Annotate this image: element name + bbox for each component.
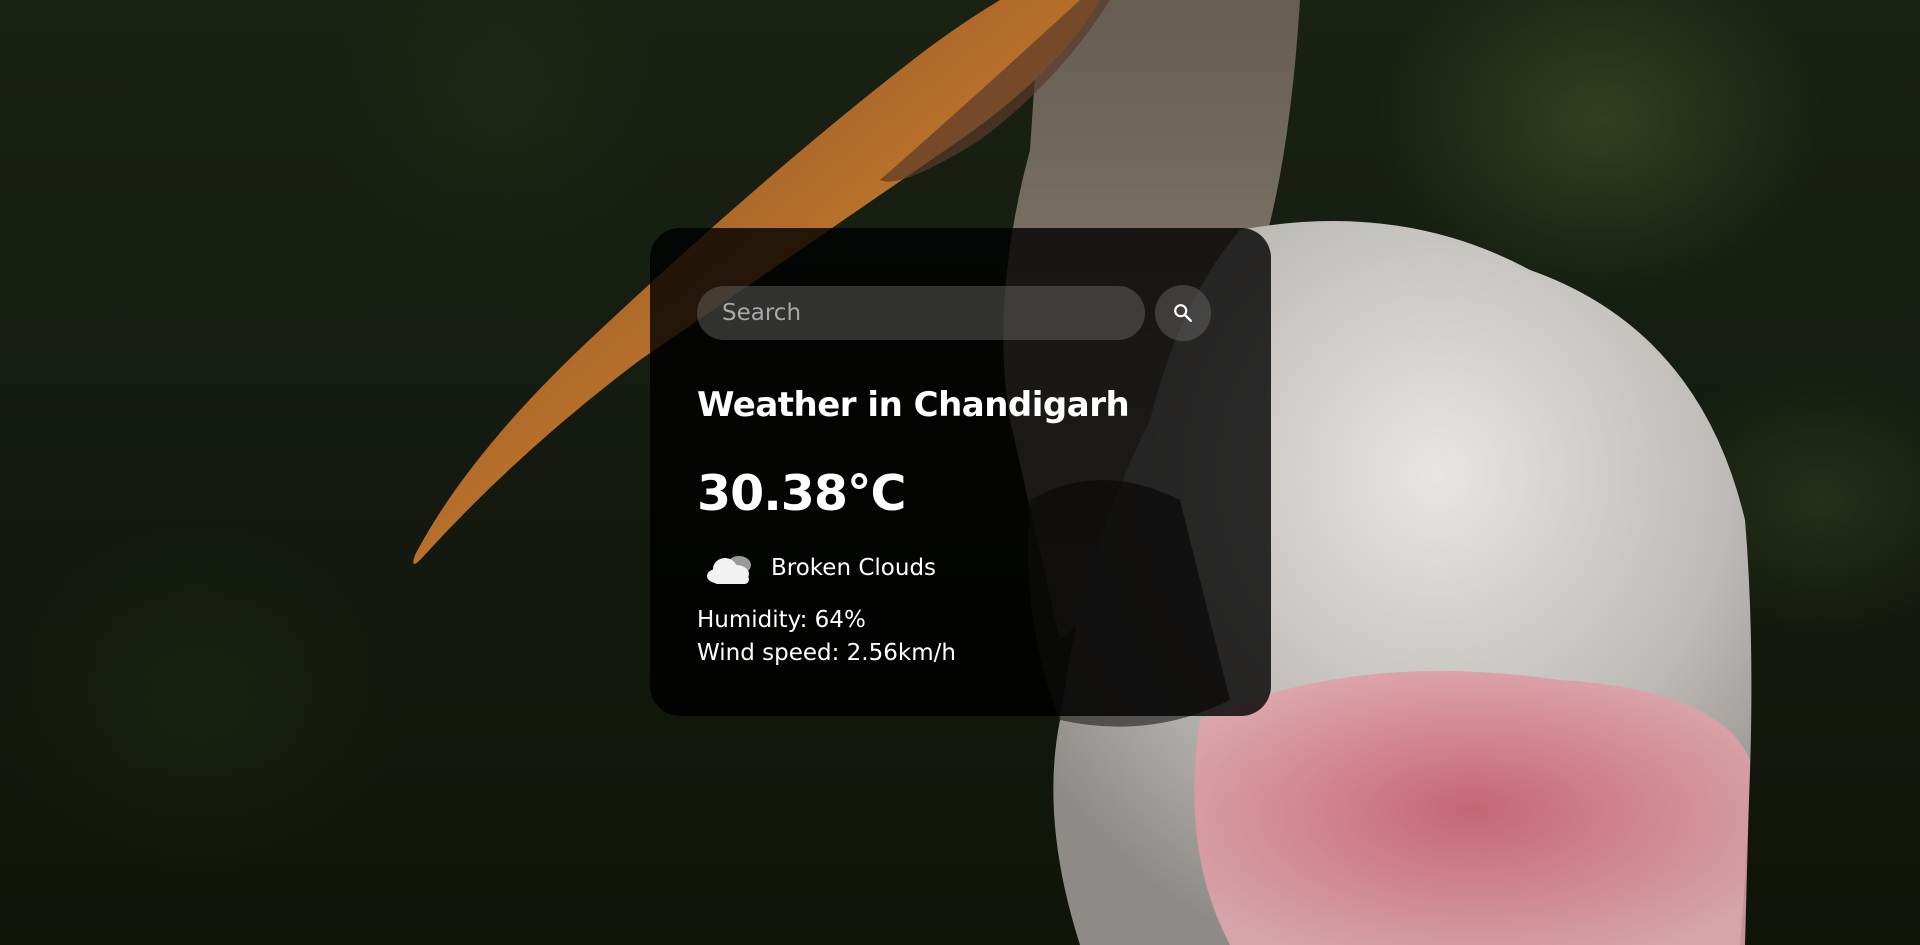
- weather-card: Weather in Chandigarh 30.38°C Broken Clo…: [650, 228, 1271, 716]
- city-title: Weather in Chandigarh: [697, 385, 1130, 425]
- humidity: Humidity: 64%: [697, 607, 866, 633]
- weather-description-row: Broken Clouds: [697, 548, 1224, 588]
- search-button[interactable]: [1155, 285, 1211, 341]
- temperature: 30.38°C: [697, 465, 906, 522]
- search-bar: [697, 285, 1224, 341]
- search-input[interactable]: [697, 286, 1145, 340]
- weather-description: Broken Clouds: [771, 555, 937, 581]
- search-icon: [1174, 304, 1192, 322]
- cloud-icon: [707, 556, 751, 584]
- wind-speed: Wind speed: 2.56km/h: [697, 640, 956, 666]
